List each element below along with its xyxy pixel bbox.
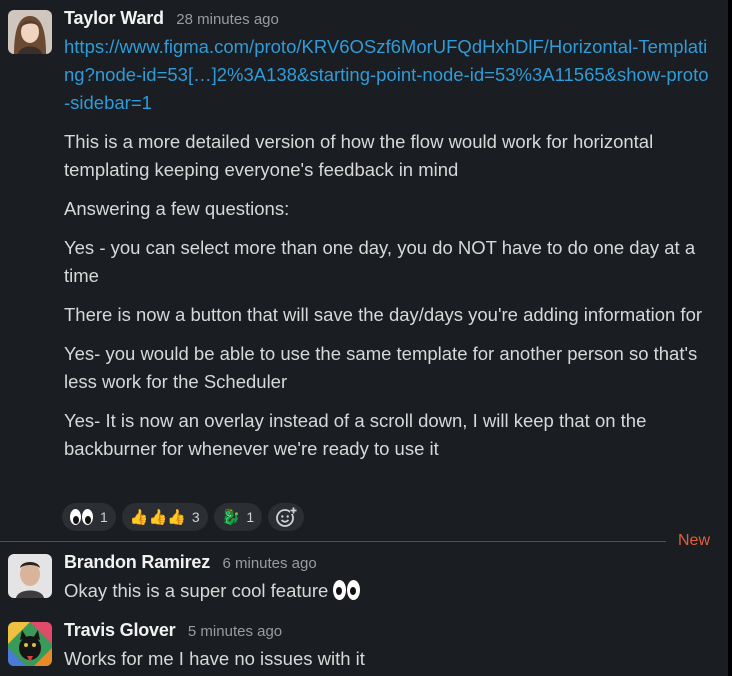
timestamp[interactable]: 28 minutes ago [176,11,279,28]
message-paragraph: There is now a button that will save the… [64,304,703,325]
reaction-count: 1 [100,509,108,525]
message-paragraph: Yes - you can select more than one day, … [64,237,696,286]
reaction-dragon[interactable]: 🐉 1 [213,503,263,531]
figma-link[interactable]: https://www.figma.com/proto/KRV6OSzf6Mor… [64,36,709,113]
message-text: Works for me I have no issues with it [64,648,365,669]
add-emoji-icon [276,507,298,527]
message-paragraph: Answering a few questions: [64,198,290,219]
author-name[interactable]: Travis Glover [64,620,176,640]
eyes-icon [333,580,361,600]
author-name[interactable]: Taylor Ward [64,8,164,28]
reaction-count: 3 [191,509,200,525]
eyes-icon [70,509,94,525]
message-paragraph: Yes- It is now an overlay instead of a s… [64,410,647,459]
avatar-taylor[interactable] [8,10,52,54]
message-header: Brandon Ramirez 6 minutes ago [64,552,317,573]
reaction-eyes[interactable]: 1 [62,503,116,531]
message-paragraph: Yes- you would be able to use the same t… [64,343,698,392]
message-travis: Travis Glover 5 minutes ago Works for me… [0,616,728,676]
author-name[interactable]: Brandon Ramirez [64,552,210,572]
message-pane: Taylor Ward 28 minutes ago https://www.f… [0,0,732,676]
message-text: Okay this is a super cool feature [64,580,329,601]
reaction-thumbs-up[interactable]: 👍👍👍 3 [121,503,208,531]
avatar-brandon[interactable] [8,554,52,598]
message-paragraph: This is a more detailed version of how t… [64,131,654,180]
timestamp[interactable]: 6 minutes ago [222,555,316,572]
timestamp[interactable]: 5 minutes ago [188,623,282,640]
message-taylor: Taylor Ward 28 minutes ago https://www.f… [0,0,728,540]
reaction-count: 1 [246,509,255,525]
message-body: Works for me I have no issues with it [64,645,714,673]
dragon-icon: 🐉 [221,508,241,526]
message-body: https://www.figma.com/proto/KRV6OSzf6Mor… [64,33,714,474]
add-reaction-button[interactable] [268,503,305,531]
message-body: Okay this is a super cool feature [64,577,714,605]
message-header: Travis Glover 5 minutes ago [64,620,282,641]
divider-line [0,541,666,542]
reaction-bar: 1 👍👍👍 3 🐉 1 [62,503,305,531]
new-messages-divider: New [0,532,728,549]
message-brandon: Brandon Ramirez 6 minutes ago Okay this … [0,548,728,612]
message-header: Taylor Ward 28 minutes ago [64,8,279,29]
avatar-travis[interactable] [8,622,52,666]
thumbs-up-icon: 👍👍👍 [129,508,186,526]
